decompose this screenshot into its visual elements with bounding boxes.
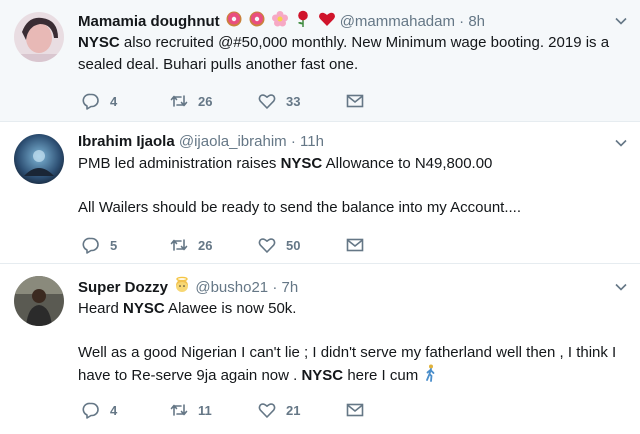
text-run: also recruited @#50,000 monthly. New Min… xyxy=(119,34,610,51)
retweet-button[interactable]: 26 xyxy=(170,91,212,111)
retweet-icon xyxy=(170,239,188,251)
tweet-text: NYSC also recruited @#50,000 monthly. Ne… xyxy=(78,32,624,76)
avatar[interactable] xyxy=(14,134,64,184)
tweet-line: NYSC also recruited @#50,000 monthly. Ne… xyxy=(78,32,624,54)
avatar[interactable] xyxy=(14,12,64,62)
rose-icon xyxy=(294,10,312,34)
heart-icon xyxy=(258,403,276,418)
heart-icon xyxy=(318,10,336,34)
author-handle[interactable]: @mammahadam xyxy=(340,13,455,30)
reply-button[interactable]: 4 xyxy=(82,400,117,420)
reply-count: 5 xyxy=(110,237,118,253)
envelope-icon xyxy=(346,403,364,417)
timestamp[interactable]: 11h xyxy=(300,133,324,150)
like-count: 33 xyxy=(286,93,301,109)
like-button[interactable]: 50 xyxy=(258,235,300,255)
like-button[interactable]: 33 xyxy=(258,91,300,111)
retweet-count: 26 xyxy=(198,237,213,253)
author-name[interactable]: Mamamia doughnut xyxy=(78,13,220,30)
text-run: Allowance to N49,800.00 xyxy=(322,155,493,172)
timestamp[interactable]: 8h xyxy=(468,13,485,30)
tweet-text: Heard NYSC Alawee is now 50k. Well as a … xyxy=(78,298,624,389)
direct-message-button[interactable] xyxy=(346,91,374,111)
reply-icon xyxy=(82,93,99,110)
reply-count: 4 xyxy=(110,93,118,109)
reply-button[interactable]: 5 xyxy=(82,235,117,255)
walking-person-icon xyxy=(423,364,437,389)
tweet-actions: 4 11 21 xyxy=(82,400,382,420)
heart-icon xyxy=(258,238,276,253)
tweet-line: have to Re-serve 9ja again now . NYSC he… xyxy=(78,364,624,389)
tweet-line: PMB led administration raises NYSC Allow… xyxy=(78,153,624,175)
reply-icon xyxy=(82,402,99,419)
author-handle[interactable]: @busho21 xyxy=(195,279,268,296)
chevron-down-icon[interactable] xyxy=(614,136,628,150)
reply-button[interactable]: 4 xyxy=(82,91,117,111)
hashtag-keyword[interactable]: NYSC xyxy=(301,367,343,384)
like-button[interactable]: 21 xyxy=(258,400,300,420)
chevron-down-icon[interactable] xyxy=(614,14,628,28)
direct-message-button[interactable] xyxy=(346,400,374,420)
tweet-line: Well as a good Nigerian I can't lie ; I … xyxy=(78,342,624,364)
text-run: Alawee is now 50k. xyxy=(164,300,297,317)
text-run: here I cum xyxy=(343,367,419,384)
tweet-actions: 5 26 50 xyxy=(82,235,382,255)
reply-count: 4 xyxy=(110,402,118,418)
tweet-text: PMB led administration raises NYSC Allow… xyxy=(78,153,624,219)
envelope-icon xyxy=(346,238,364,252)
tweet-actions: 4 26 33 xyxy=(82,91,382,111)
hashtag-keyword[interactable]: NYSC xyxy=(281,155,323,172)
like-count: 21 xyxy=(286,402,301,418)
tweet-line: sealed deal. Buhari pulls another fast o… xyxy=(78,54,624,76)
separator-dot: · xyxy=(459,13,465,30)
doughnut-icon xyxy=(225,10,243,34)
heart-icon xyxy=(258,94,276,109)
tweet-line: Heard NYSC Alawee is now 50k. xyxy=(78,298,624,320)
text-run: All Wailers should be ready to send the … xyxy=(78,199,522,216)
retweet-count: 11 xyxy=(198,402,212,418)
retweet-icon xyxy=(170,95,188,107)
doughnut-icon xyxy=(248,10,266,34)
text-run: PMB led administration raises xyxy=(78,155,281,172)
flower-icon xyxy=(271,10,289,34)
avatar[interactable] xyxy=(14,276,64,326)
text-run: have to Re-serve 9ja again now . xyxy=(78,367,302,384)
like-count: 50 xyxy=(286,237,301,253)
timestamp[interactable]: 7h xyxy=(281,279,298,296)
author-handle[interactable]: @ijaola_ibrahim xyxy=(179,133,287,150)
retweet-button[interactable]: 26 xyxy=(170,235,212,255)
separator-dot: · xyxy=(272,279,278,296)
tweet-line: All Wailers should be ready to send the … xyxy=(78,197,624,219)
separator-dot: · xyxy=(290,133,296,150)
reply-icon xyxy=(82,237,99,254)
tweet[interactable]: Mamamia doughnut @mammahadam · 8h NYSC a… xyxy=(0,0,640,122)
retweet-icon xyxy=(170,404,188,416)
retweet-count: 26 xyxy=(198,93,213,109)
hashtag-keyword[interactable]: NYSC xyxy=(78,34,120,51)
chevron-down-icon[interactable] xyxy=(614,280,628,294)
text-run: Heard xyxy=(78,300,124,317)
tweet[interactable]: Super Dozzy @busho21 · 7h Heard NYSC Ala… xyxy=(0,264,640,434)
hashtag-keyword[interactable]: NYSC xyxy=(123,300,165,317)
author-name[interactable]: Ibrahim Ijaola xyxy=(78,133,175,150)
angel-icon xyxy=(173,276,191,300)
text-run: sealed deal. Buhari pulls another fast o… xyxy=(78,56,359,73)
author-name[interactable]: Super Dozzy xyxy=(78,279,168,296)
text-run: Well as a good Nigerian I can't lie ; I … xyxy=(78,344,617,361)
envelope-icon xyxy=(346,94,364,108)
retweet-button[interactable]: 11 xyxy=(170,400,212,420)
direct-message-button[interactable] xyxy=(346,235,374,255)
tweet[interactable]: Ibrahim Ijaola @ijaola_ibrahim · 11h PMB… xyxy=(0,122,640,264)
